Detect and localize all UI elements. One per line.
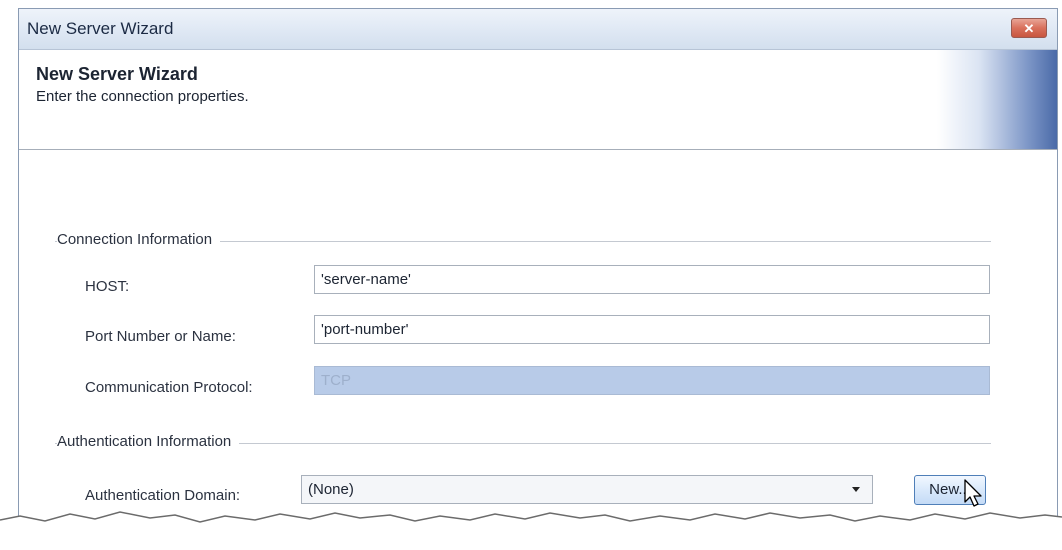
title-bar: New Server Wizard ✕ [19,9,1057,50]
close-button[interactable]: ✕ [1011,18,1047,38]
port-input[interactable]: 'port-number' [314,315,990,344]
torn-edge-decoration [0,511,1062,550]
authentication-section-label: Authentication Information [57,433,240,450]
connection-section-label: Connection Information [57,231,221,248]
new-server-wizard-window: New Server Wizard ✕ New Server Wizard En… [18,8,1058,528]
wizard-header: New Server Wizard Enter the connection p… [19,50,1057,150]
protocol-input: TCP [314,366,990,395]
port-label: Port Number or Name: [85,328,236,345]
host-input[interactable]: 'server-name' [314,265,990,294]
wizard-heading: New Server Wizard [36,64,198,84]
header-decoration [937,50,1057,149]
wizard-subheading: Enter the connection properties. [36,88,249,105]
close-icon: ✕ [1023,21,1035,36]
host-label: HOST: [85,278,130,295]
protocol-label: Communication Protocol: [85,379,253,396]
window-title: New Server Wizard [27,19,174,38]
